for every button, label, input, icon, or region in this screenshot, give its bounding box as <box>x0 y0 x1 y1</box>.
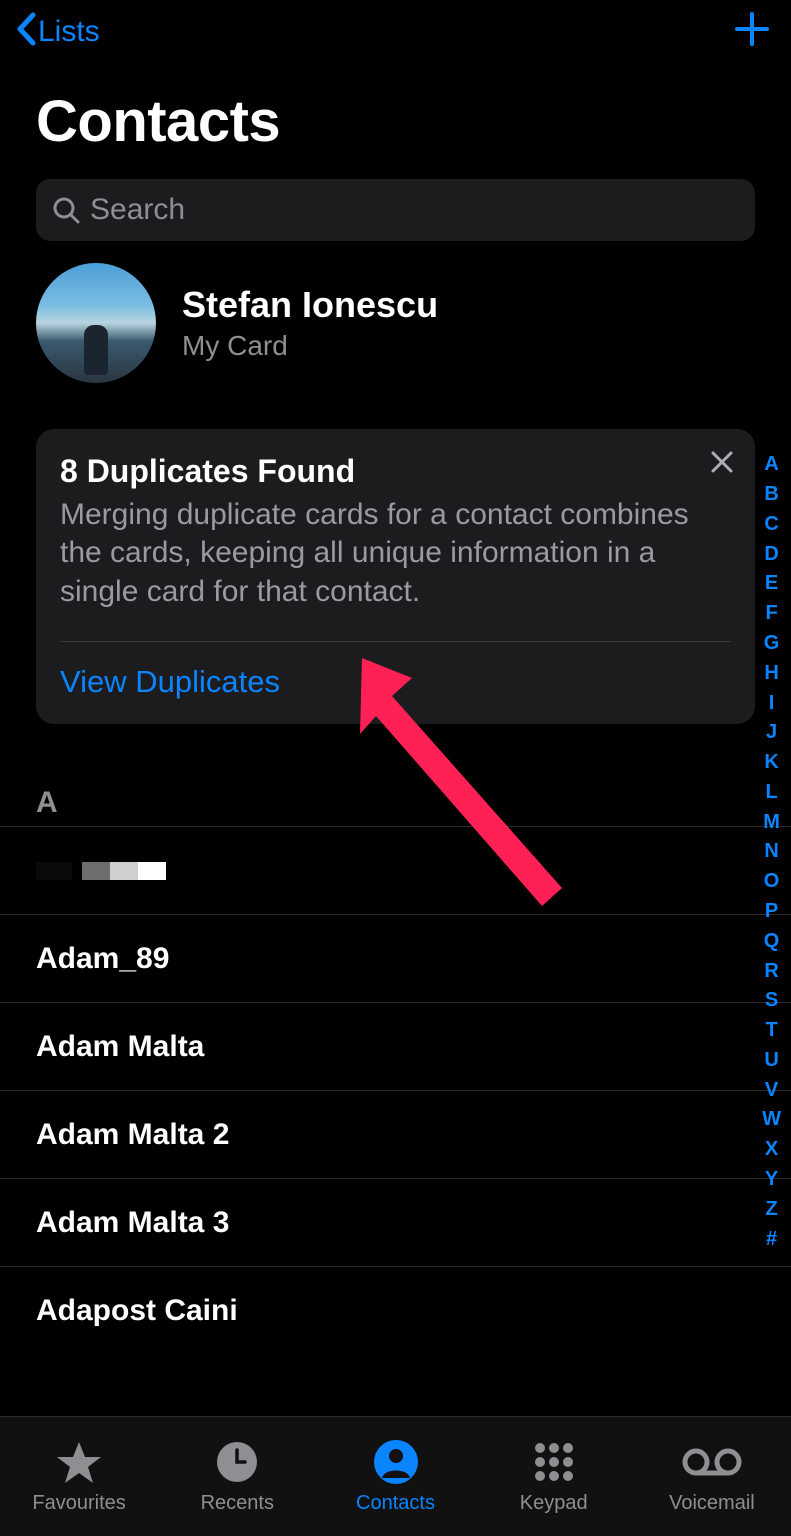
index-letter[interactable]: H <box>758 658 784 688</box>
add-button[interactable] <box>735 11 769 53</box>
index-letter[interactable]: Y <box>759 1165 784 1195</box>
list-item[interactable]: Adam_89 <box>0 915 791 1003</box>
index-letter[interactable]: U <box>758 1046 784 1076</box>
close-button[interactable] <box>709 449 735 480</box>
plus-icon <box>735 12 769 46</box>
back-label: Lists <box>38 15 100 49</box>
chevron-left-icon <box>16 12 36 53</box>
my-card-text: Stefan Ionescu My Card <box>182 284 438 362</box>
index-letter[interactable]: Q <box>758 927 786 957</box>
index-letter[interactable]: J <box>760 718 783 748</box>
index-letter[interactable]: W <box>756 1105 787 1135</box>
index-letter[interactable]: I <box>763 688 781 718</box>
tab-label: Keypad <box>520 1492 588 1515</box>
tab-favourites[interactable]: Favourites <box>0 1438 158 1515</box>
index-letter[interactable]: N <box>758 837 784 867</box>
index-letter[interactable]: # <box>760 1224 783 1254</box>
my-card-row[interactable]: Stefan Ionescu My Card <box>0 241 791 401</box>
tab-contacts[interactable]: Contacts <box>316 1438 474 1515</box>
close-icon <box>709 449 735 475</box>
index-letter[interactable]: P <box>759 897 784 927</box>
keypad-icon <box>532 1438 576 1486</box>
list-item[interactable]: Adam Malta 2 <box>0 1091 791 1179</box>
section-header-a: A <box>0 786 791 827</box>
person-icon <box>374 1438 418 1486</box>
tab-keypad[interactable]: Keypad <box>475 1438 633 1515</box>
tab-voicemail[interactable]: Voicemail <box>633 1438 791 1515</box>
list-item[interactable]: Adam Malta <box>0 1003 791 1091</box>
tab-label: Contacts <box>356 1492 435 1515</box>
list-item[interactable] <box>0 827 791 915</box>
index-letter[interactable]: S <box>759 986 784 1016</box>
search-input[interactable] <box>90 193 739 227</box>
tab-label: Voicemail <box>669 1492 755 1515</box>
index-letter[interactable]: R <box>758 956 784 986</box>
index-letter[interactable]: K <box>758 748 784 778</box>
clock-icon <box>215 1438 259 1486</box>
index-letter[interactable]: X <box>759 1135 784 1165</box>
star-icon <box>56 1438 102 1486</box>
my-card-subtitle: My Card <box>182 330 438 362</box>
index-letter[interactable]: C <box>758 510 784 540</box>
index-letter[interactable]: F <box>759 599 783 629</box>
avatar <box>36 263 156 383</box>
index-letter[interactable]: E <box>759 569 784 599</box>
index-letter[interactable]: A <box>758 450 784 480</box>
list-item[interactable]: Adam Malta 3 <box>0 1179 791 1267</box>
view-duplicates-button[interactable]: View Duplicates <box>60 662 731 704</box>
index-letter[interactable]: G <box>758 629 786 659</box>
my-card-name: Stefan Ionescu <box>182 284 438 326</box>
index-letter[interactable]: L <box>759 778 783 808</box>
contacts-list: A Adam_89 Adam Malta Adam Malta 2 Adam M… <box>0 724 791 1355</box>
search-icon <box>52 196 80 224</box>
duplicates-description: Merging duplicate cards for a contact co… <box>60 496 731 611</box>
tab-recents[interactable]: Recents <box>158 1438 316 1515</box>
index-letter[interactable]: D <box>758 539 784 569</box>
index-letter[interactable]: V <box>759 1075 784 1105</box>
voicemail-icon <box>682 1438 742 1486</box>
list-item[interactable]: Adapost Caini <box>0 1267 791 1355</box>
duplicates-title: 8 Duplicates Found <box>60 453 731 490</box>
index-letter[interactable]: B <box>758 480 784 510</box>
divider <box>60 641 731 642</box>
tab-bar: Favourites Recents Contacts Keypad Voice… <box>0 1416 791 1536</box>
tab-label: Recents <box>201 1492 274 1515</box>
alphabet-index[interactable]: A B C D E F G H I J K L M N O P Q R S T … <box>756 450 787 1254</box>
duplicates-card: 8 Duplicates Found Merging duplicate car… <box>36 429 755 724</box>
index-letter[interactable]: T <box>759 1016 783 1046</box>
index-letter[interactable]: M <box>757 807 786 837</box>
nav-header: Lists <box>0 0 791 56</box>
back-button[interactable]: Lists <box>16 12 100 53</box>
tab-label: Favourites <box>32 1492 125 1515</box>
page-title: Contacts <box>0 56 791 171</box>
search-bar[interactable] <box>36 179 755 241</box>
index-letter[interactable]: Z <box>759 1195 783 1225</box>
index-letter[interactable]: O <box>758 867 786 897</box>
redacted-name <box>36 862 166 880</box>
